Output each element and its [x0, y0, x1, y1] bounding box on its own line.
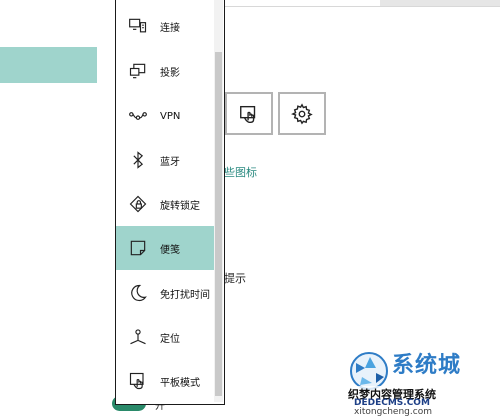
menu-item-label: VPN	[160, 110, 181, 122]
vpn-icon	[128, 106, 148, 126]
menu-item-label: 免打扰时间	[160, 289, 210, 301]
settings-button[interactable]	[278, 92, 326, 135]
scrollbar-thumb[interactable]	[215, 52, 222, 396]
menu-item-label: 投影	[160, 67, 180, 79]
menu-item-label: 蓝牙	[160, 156, 180, 168]
connect-icon	[128, 16, 148, 36]
note-icon	[128, 238, 148, 258]
gear-icon	[291, 102, 313, 124]
tablet-mode-icon	[128, 371, 148, 391]
menu-item-label: 连接	[160, 22, 180, 34]
menu-item-note[interactable]: 便笺	[116, 226, 214, 270]
quick-actions-dropdown: 连接 投影 VPN 蓝牙 旋转锁定 便笺 免打扰时间 定位 平板模式	[115, 0, 225, 405]
menu-item-project[interactable]: 投影	[116, 49, 214, 93]
menu-item-label: 定位	[160, 333, 180, 345]
top-divider	[225, 6, 500, 7]
menu-item-label: 平板模式	[160, 377, 200, 389]
touch-icon	[240, 105, 256, 123]
location-icon	[128, 327, 148, 347]
menu-item-connect[interactable]: 连接	[116, 4, 214, 48]
menu-item-quiet-hours[interactable]: 免打扰时间	[116, 271, 214, 315]
watermark: 系统城 织梦内容管理系统 DEDECMS.COM xitongcheng.com	[340, 341, 500, 417]
watermark-brand: 系统城	[392, 353, 462, 378]
watermark-url-secondary: xitongcheng.com	[354, 407, 432, 417]
tablet-touch-button[interactable]	[225, 92, 273, 135]
menu-item-bluetooth[interactable]: 蓝牙	[116, 138, 214, 182]
edit-icons-link[interactable]: 些图标	[224, 164, 257, 180]
menu-item-tablet-mode[interactable]: 平板模式	[116, 359, 214, 403]
hint-label: 提示	[224, 272, 246, 285]
menu-item-vpn[interactable]: VPN	[116, 94, 214, 138]
project-icon	[128, 61, 148, 81]
menu-item-label: 旋转锁定	[160, 200, 200, 212]
bluetooth-icon	[128, 150, 148, 170]
menu-item-rotation-lock[interactable]: 旋转锁定	[116, 182, 214, 226]
rotation-lock-icon	[128, 194, 148, 214]
menu-item-location[interactable]: 定位	[116, 315, 214, 359]
left-nav-selected-item[interactable]	[0, 47, 97, 83]
moon-icon	[128, 283, 148, 303]
menu-item-label: 便笺	[160, 244, 180, 256]
